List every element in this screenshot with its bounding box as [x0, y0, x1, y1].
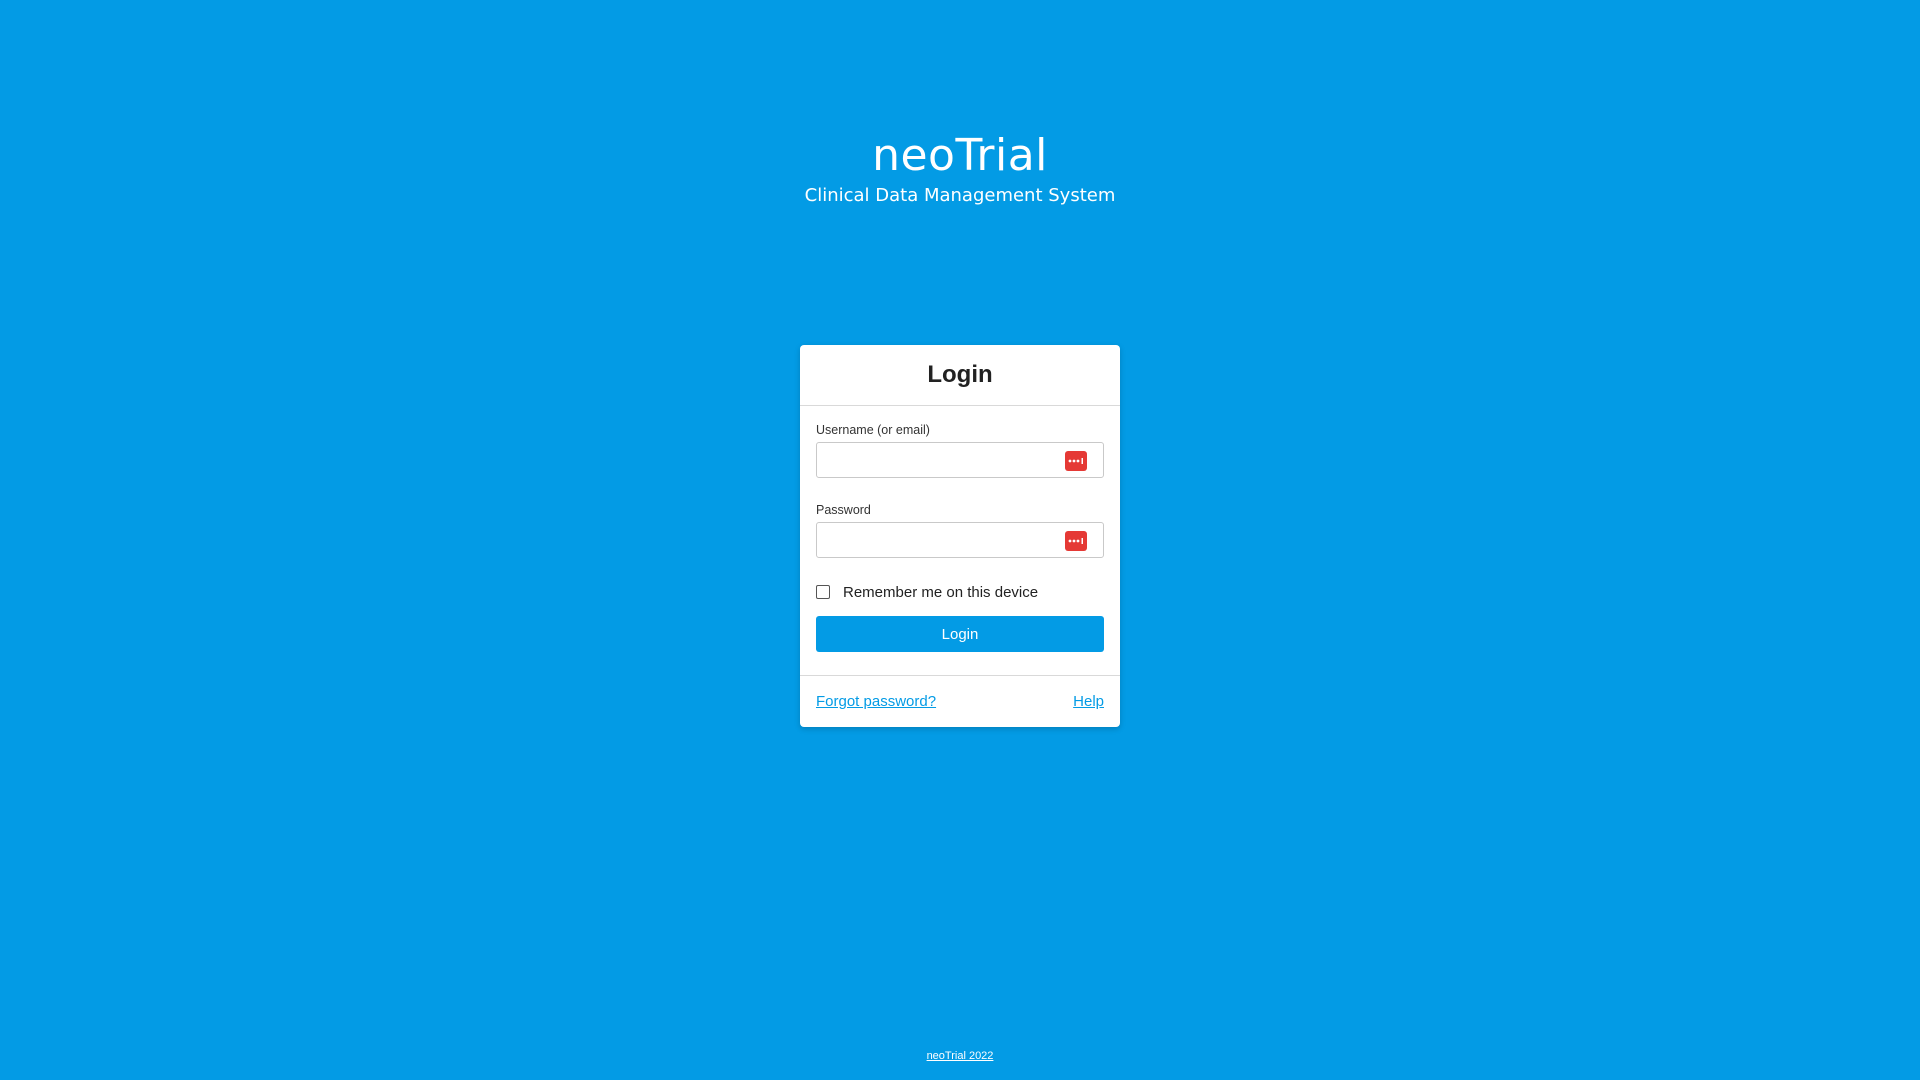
- username-input[interactable]: [825, 444, 1069, 478]
- password-input[interactable]: [825, 524, 1069, 558]
- remember-me-row[interactable]: Remember me on this device: [816, 582, 1104, 602]
- app-name: neoTrial: [872, 130, 1048, 181]
- login-button[interactable]: Login: [816, 616, 1104, 652]
- password-label: Password: [816, 503, 871, 517]
- login-form: Username (or email) Password Remember me…: [800, 406, 1120, 676]
- username-label: Username (or email): [816, 423, 930, 437]
- app-subtitle: Clinical Data Management System: [804, 185, 1116, 206]
- login-card-footer: Forgot password? Help: [800, 676, 1120, 726]
- remember-me-label[interactable]: Remember me on this device: [843, 584, 1038, 601]
- login-title: Login: [927, 361, 993, 388]
- brand-header: neoTrial Clinical Data Management System: [0, 128, 1920, 208]
- password-manager-icon[interactable]: [1065, 451, 1087, 471]
- password-manager-icon[interactable]: [1065, 531, 1087, 551]
- forgot-password-link[interactable]: Forgot password?: [816, 693, 936, 710]
- username-field-box: [816, 442, 1104, 478]
- remember-me-checkbox[interactable]: [816, 585, 830, 599]
- copyright-link[interactable]: neoTrial 2022: [0, 1050, 1920, 1062]
- help-link[interactable]: Help: [1073, 693, 1104, 710]
- password-field-box: [816, 522, 1104, 558]
- login-card: Login Username (or email) Password Remem…: [800, 345, 1120, 727]
- login-card-header: Login: [800, 345, 1120, 406]
